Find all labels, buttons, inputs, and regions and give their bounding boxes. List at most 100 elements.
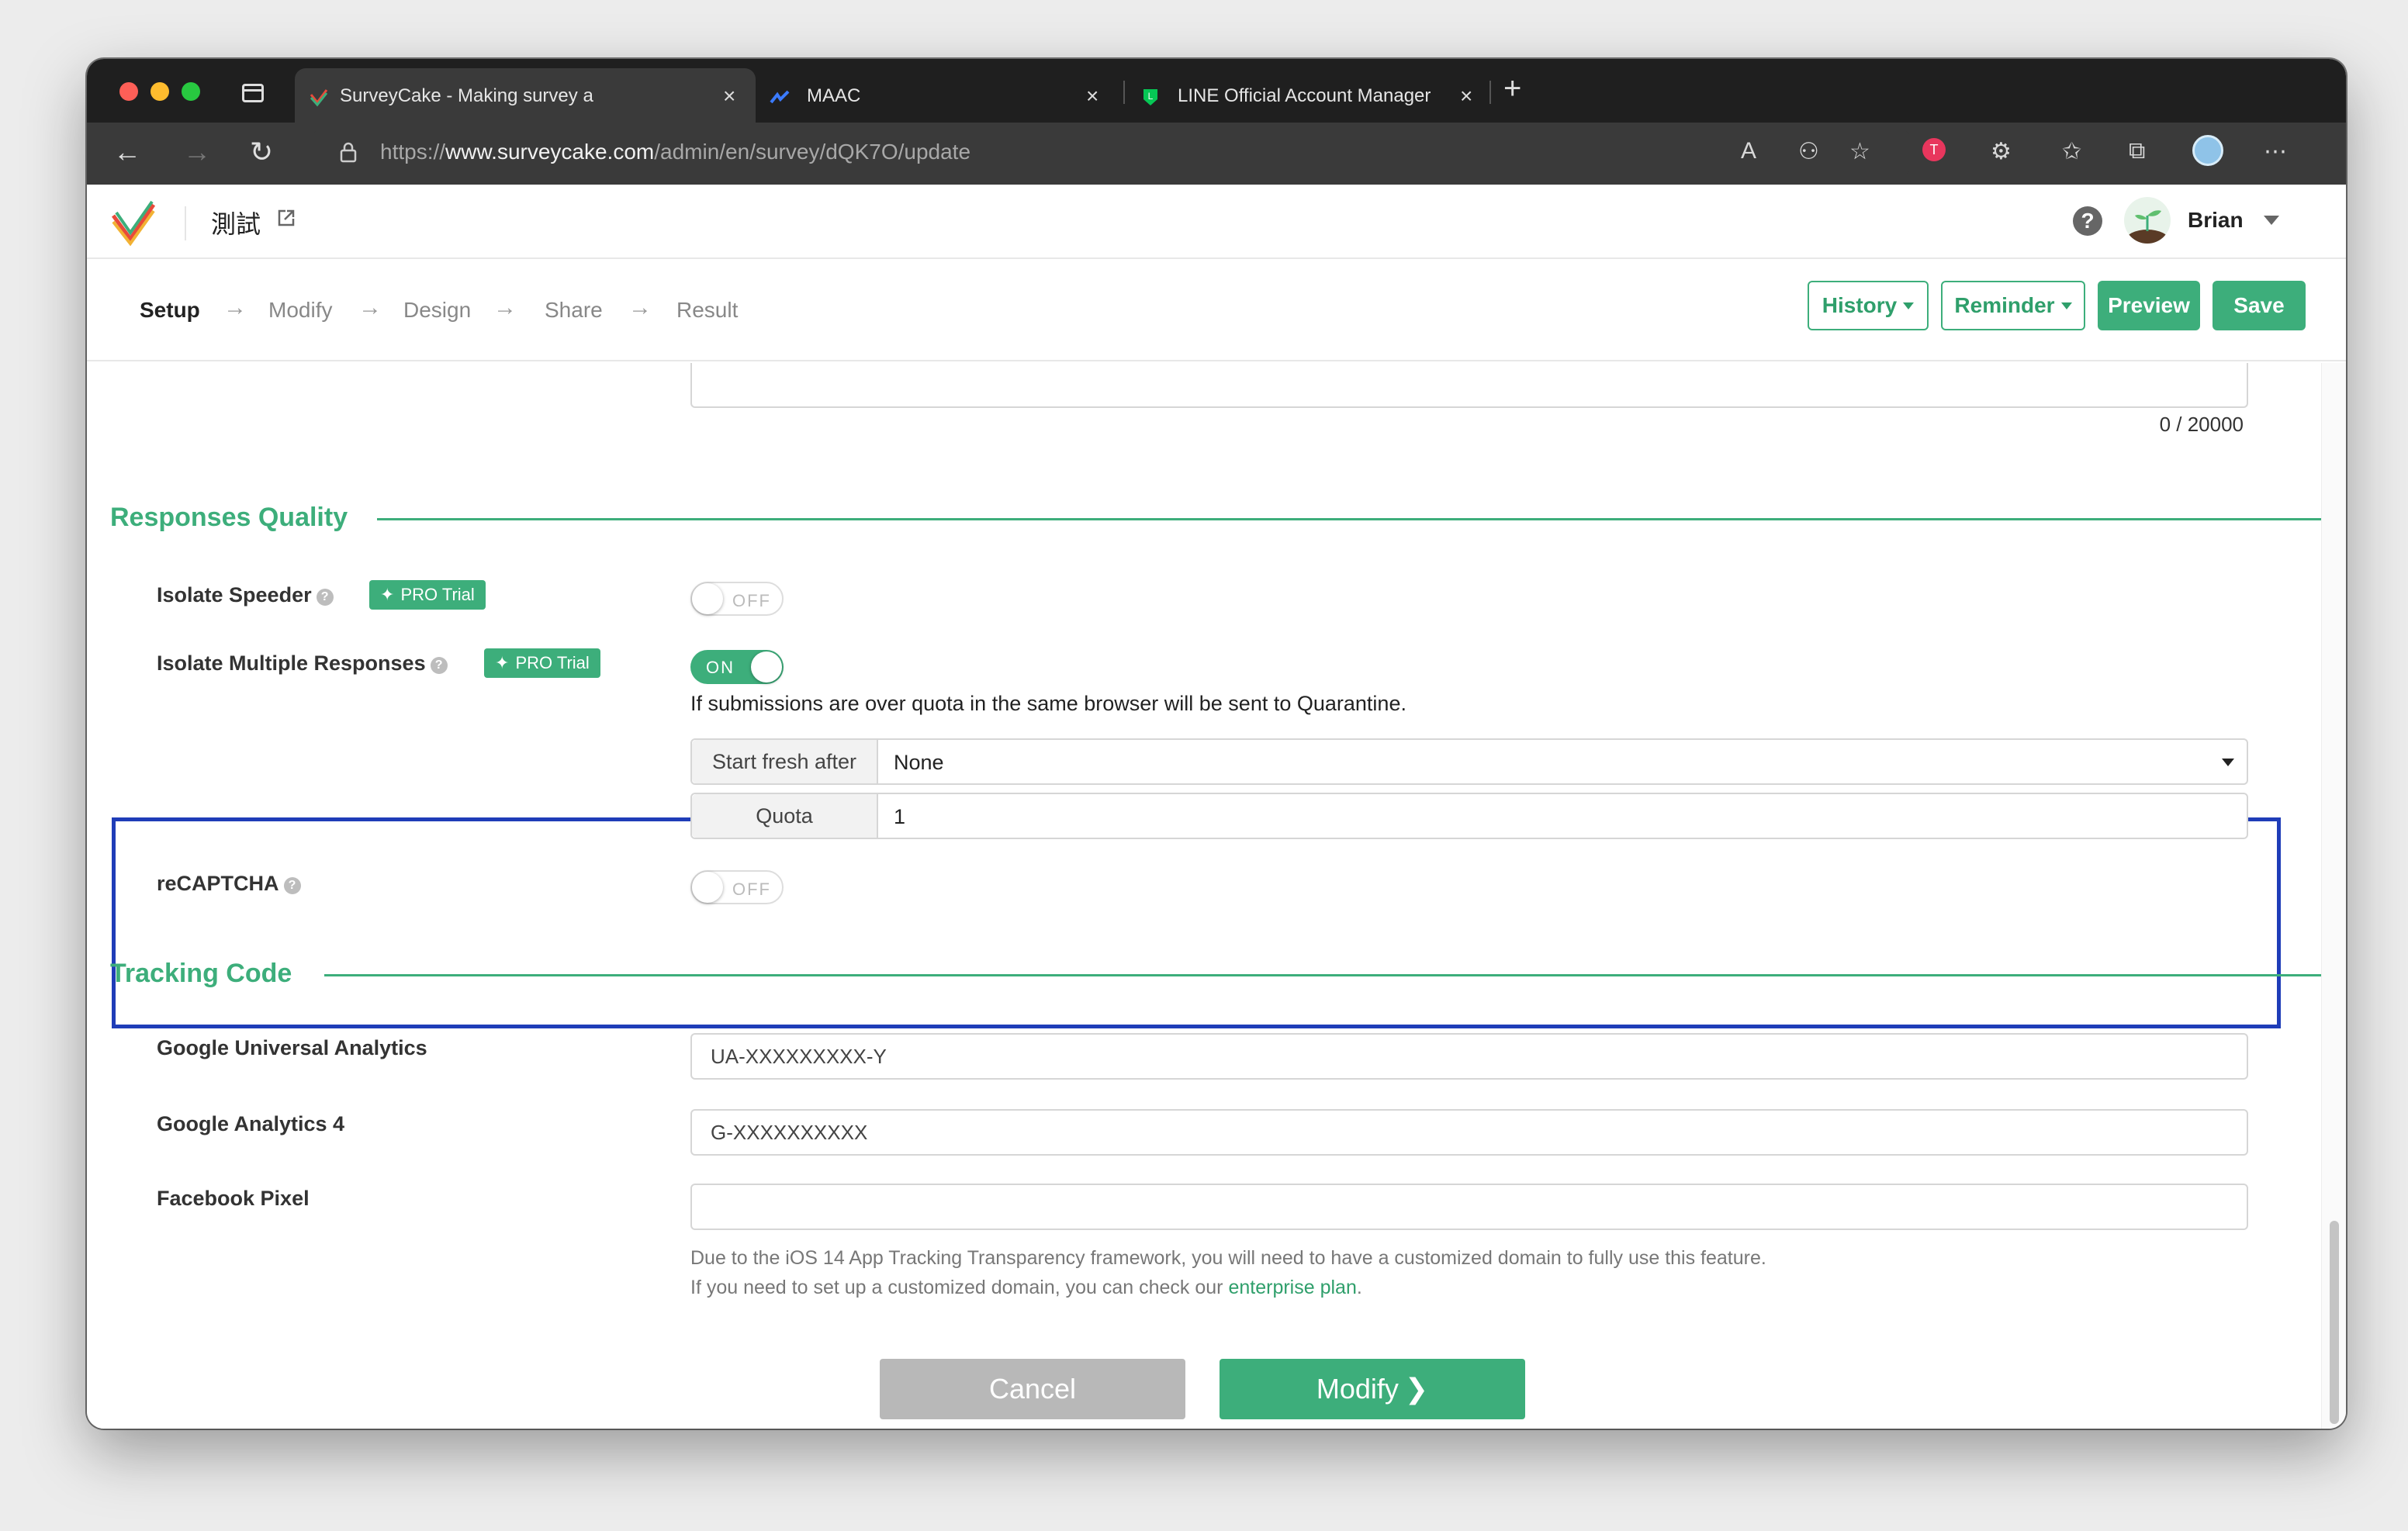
- close-tab-icon[interactable]: ×: [1460, 84, 1472, 109]
- back-icon[interactable]: ←: [113, 137, 141, 168]
- toggle-knob: [751, 651, 782, 683]
- tab-line-oa[interactable]: L LINE Official Account Manager ×: [1133, 68, 1489, 123]
- reminder-button-label: Reminder: [1954, 293, 2055, 317]
- step-modify[interactable]: Modify: [268, 298, 332, 323]
- save-button[interactable]: Save: [2213, 281, 2306, 330]
- tracking-note-line1: Due to the iOS 14 App Tracking Transpare…: [690, 1247, 1766, 1269]
- step-arrow-icon: →: [493, 295, 517, 320]
- tab-label: LINE Official Account Manager: [1178, 85, 1431, 106]
- question-icon[interactable]: ?: [430, 657, 448, 674]
- recaptcha-toggle[interactable]: OFF: [690, 870, 784, 904]
- favorites-icon[interactable]: ✩: [2062, 138, 2081, 165]
- modify-button[interactable]: Modify ❯: [1220, 1359, 1525, 1419]
- collections-icon[interactable]: ⧉: [2129, 138, 2145, 164]
- url-text[interactable]: https://www.surveycake.com/admin/en/surv…: [380, 140, 970, 164]
- toggle-state: ON: [706, 658, 735, 677]
- step-arrow-icon: →: [223, 295, 247, 320]
- tab-separator: [1123, 81, 1125, 104]
- scrollbar-thumb[interactable]: [2330, 1221, 2339, 1424]
- chevron-down-icon: [1903, 302, 1915, 309]
- step-share[interactable]: Share: [545, 298, 603, 323]
- help-icon[interactable]: ?: [2073, 206, 2102, 236]
- close-tab-icon[interactable]: ×: [1086, 84, 1098, 109]
- user-name[interactable]: Brian: [2188, 208, 2244, 233]
- zoom-window-button[interactable]: [182, 82, 200, 101]
- surveycake-favicon-icon: [310, 89, 328, 107]
- cancel-button[interactable]: Cancel: [880, 1359, 1185, 1419]
- step-setup[interactable]: Setup: [140, 298, 200, 323]
- step-design[interactable]: Design: [403, 298, 471, 323]
- reload-icon[interactable]: ↻: [250, 137, 273, 168]
- isolate-multiple-description: If submissions are over quota in the sam…: [690, 692, 1406, 715]
- question-icon[interactable]: ?: [283, 877, 301, 894]
- highlight-box: [112, 817, 2281, 1028]
- start-fresh-value: None: [894, 751, 944, 774]
- pro-trial-badge: ✦ PRO Trial: [369, 580, 486, 610]
- question-icon[interactable]: ?: [316, 589, 334, 606]
- ga4-label: Google Analytics 4: [157, 1112, 345, 1135]
- isolate-multiple-label-text: Isolate Multiple Responses: [157, 651, 426, 675]
- browser-window: SurveyCake - Making survey a × MAAC × L …: [87, 59, 2346, 1429]
- step-result[interactable]: Result: [676, 298, 738, 323]
- toggle-knob: [692, 583, 723, 614]
- facebook-pixel-input[interactable]: [690, 1184, 2248, 1230]
- scrollbar[interactable]: [2321, 363, 2346, 1429]
- badge-label: PRO Trial: [400, 585, 475, 604]
- settings-content: 0 / 20000 Responses Quality Isolate Spee…: [87, 363, 2321, 1429]
- reminder-button[interactable]: Reminder: [1941, 281, 2085, 330]
- isolate-multiple-toggle[interactable]: ON: [690, 650, 784, 684]
- add-favorite-icon[interactable]: ☆: [1849, 138, 1870, 165]
- ga4-input[interactable]: G-XXXXXXXXXX: [690, 1109, 2248, 1156]
- surveycake-app: 測試 ? Brian Setup → Modify → Design → Sha…: [87, 185, 2346, 1429]
- description-textarea[interactable]: [690, 363, 2248, 408]
- read-aloud-icon[interactable]: A: [1741, 138, 1756, 164]
- quota-addon: Quota: [692, 794, 878, 838]
- lock-icon[interactable]: [340, 141, 357, 163]
- isolate-speeder-toggle[interactable]: OFF: [690, 582, 784, 616]
- enterprise-plan-link[interactable]: enterprise plan: [1228, 1277, 1356, 1298]
- history-button[interactable]: History: [1808, 281, 1929, 330]
- history-button-label: History: [1822, 293, 1898, 317]
- profile-switch-icon[interactable]: ⚇: [1798, 138, 1819, 165]
- quota-input[interactable]: Quota 1: [690, 793, 2248, 839]
- chevron-down-icon: [2060, 302, 2072, 309]
- minimize-window-button[interactable]: [150, 82, 169, 101]
- external-link-icon[interactable]: [276, 208, 296, 228]
- line-favicon-icon: L: [1143, 89, 1157, 105]
- char-count: 0 / 20000: [2159, 413, 2244, 436]
- stepper-bar: Setup → Modify → Design → Share → Result…: [87, 261, 2346, 361]
- recaptcha-label-text: reCAPTCHA: [157, 872, 279, 895]
- section-title-responses-quality: Responses Quality: [110, 503, 348, 532]
- more-menu-icon[interactable]: ⋯: [2264, 138, 2287, 165]
- url-scheme: https://: [380, 140, 446, 164]
- close-window-button[interactable]: [119, 82, 138, 101]
- new-tab-icon[interactable]: +: [1503, 71, 1521, 106]
- isolate-multiple-label: Isolate Multiple Responses?: [157, 651, 448, 676]
- isolate-speeder-label: Isolate Speeder?: [157, 583, 334, 607]
- start-fresh-select[interactable]: Start fresh after None: [690, 738, 2248, 785]
- tab-surveycake[interactable]: SurveyCake - Making survey a ×: [295, 68, 756, 123]
- sparkle-icon: ✦: [380, 585, 395, 604]
- chevron-down-icon: [2222, 759, 2234, 766]
- extensions-icon[interactable]: ⚙: [1991, 138, 2012, 165]
- extension-icon[interactable]: T: [1922, 138, 1946, 161]
- avatar-plant-icon: [2126, 210, 2169, 244]
- ua-input[interactable]: UA-XXXXXXXXX-Y: [690, 1033, 2248, 1080]
- tab-label: MAAC: [807, 85, 861, 106]
- preview-button[interactable]: Preview: [2098, 281, 2200, 330]
- quota-value: 1: [894, 805, 906, 828]
- url-path: /admin/en/survey/dQK7O/update: [654, 140, 971, 164]
- avatar[interactable]: [2124, 197, 2171, 244]
- tab-actions-icon[interactable]: [242, 84, 264, 102]
- toggle-knob: [692, 872, 723, 903]
- tab-maac[interactable]: MAAC ×: [760, 68, 1133, 123]
- maac-favicon-icon: [770, 90, 790, 104]
- browser-profile-avatar[interactable]: [2192, 135, 2223, 166]
- user-menu-chevron-down-icon[interactable]: [2264, 216, 2279, 225]
- tracking-note-line2: If you need to set up a customized domai…: [690, 1277, 1362, 1299]
- app-header: 測試 ? Brian: [87, 185, 2346, 259]
- section-divider: [377, 518, 2321, 520]
- forward-icon[interactable]: →: [183, 137, 211, 168]
- surveycake-logo[interactable]: [109, 199, 158, 248]
- close-tab-icon[interactable]: ×: [723, 84, 735, 109]
